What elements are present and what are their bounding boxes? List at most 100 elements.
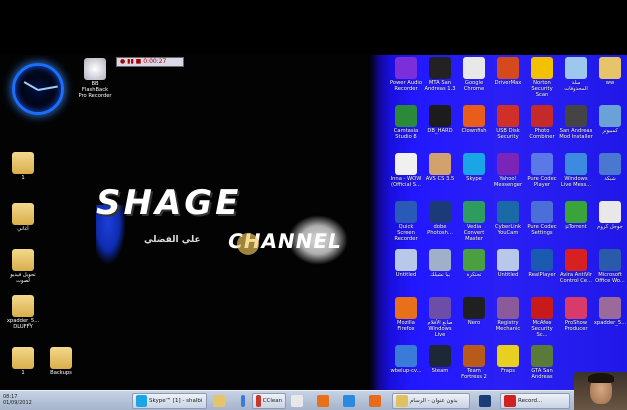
desktop-icon-label: صانع الأفلام Windows Live (427, 320, 453, 338)
desktop-icon[interactable]: DriverMax (491, 57, 525, 86)
desktop-icon-label: MTA San Andreas 1.3 (424, 80, 456, 92)
desktop-icon[interactable]: San Andreas Mod Installer (559, 105, 593, 140)
desktop-icon[interactable]: Avira AntiVir Control Ce... (559, 249, 593, 284)
desktop-icon[interactable]: Team Fortress 2 (457, 345, 491, 380)
desktop-icon[interactable]: شبكة (593, 153, 627, 182)
desktop-icon[interactable]: سلة المحذوفات (559, 57, 593, 92)
network-icon (599, 153, 621, 175)
desktop-icon[interactable]: Pure Codec Player (525, 153, 559, 188)
archive-icon (599, 297, 621, 319)
desktop-icon-label: ww (605, 80, 615, 86)
desktop-icon-label: USB Disk Security (496, 128, 520, 140)
video-file-icon (395, 153, 417, 175)
video-top-letterbox (0, 0, 627, 55)
desktop: ● ▮▮ ■ 0:00:27 BB FlashBack Pro Recorder… (0, 55, 627, 390)
desktop-icon[interactable]: MTA San Andreas 1.3 (423, 57, 457, 92)
desktop-icon[interactable]: USB Disk Security (491, 105, 525, 140)
desktop-icon-label: Vedia Convert Master (463, 224, 485, 242)
desktop-icon[interactable]: Power Audio Recorder (389, 57, 423, 92)
desktop-icon[interactable]: Quick Screen Recorder (389, 201, 423, 242)
taskbar-button[interactable] (314, 393, 336, 409)
desktop-icon-label: xpadder_5... DLUFFY (6, 318, 40, 330)
taskbar-clock[interactable]: 08:17 01/09/2012 (0, 392, 50, 410)
desktop-icon[interactable]: xpadder_5... (593, 297, 627, 326)
desktop-icon-label: Avira AntiVir Control Ce... (559, 272, 593, 284)
desktop-icon[interactable]: RealPlayer (525, 249, 559, 278)
desktop-icon[interactable]: McAfee Security Sc... (525, 297, 559, 338)
desktop-icon-label: Untitled (497, 272, 519, 278)
desktop-icon[interactable]: Inna - WOW (Official S... (389, 153, 423, 188)
desktop-icon[interactable]: DB_HARD (423, 105, 457, 134)
taskbar-button[interactable]: بدون عنوان - الرسام (392, 393, 470, 409)
word-icon (599, 249, 621, 271)
desktop-icon[interactable]: xpadder_5... DLUFFY (6, 295, 40, 330)
skype-icon (463, 153, 485, 175)
desktop-icon[interactable]: CyberLink YouCam (491, 201, 525, 236)
desktop-icon-label: جوجل كروم (597, 224, 623, 230)
desktop-icon[interactable]: Windows Live Mess... (559, 153, 593, 188)
desktop-icon[interactable]: Google Chrome (457, 57, 491, 92)
desktop-icon-label: 1 (21, 175, 25, 181)
desktop-icon[interactable]: Norton Security Scan (525, 57, 559, 98)
desktop-icon-label: dobe Photosh... (427, 224, 453, 236)
desktop-icon[interactable]: Fraps (491, 345, 525, 374)
desktop-icon[interactable]: بيا تشيلك (423, 249, 457, 278)
desktop-icon[interactable]: dobe Photosh... (423, 201, 457, 236)
desktop-icon-label: RealPlayer (528, 272, 556, 278)
steam-icon (429, 345, 451, 367)
desktop-icon[interactable]: جوجل كروم (593, 201, 627, 230)
taskbar-button[interactable] (476, 393, 496, 409)
camtasia-icon (395, 105, 417, 127)
desktop-icon[interactable]: تحتكرة (457, 249, 491, 278)
desktop-icon-label: Skype (466, 176, 482, 182)
desktop-icon[interactable]: Yahoo! Messenger (491, 153, 525, 188)
taskbar-button[interactable] (210, 393, 232, 409)
desktop-icon[interactable]: Clownfish (457, 105, 491, 134)
fraps-icon (497, 345, 519, 367)
desktop-icon[interactable]: ProShow Producer (559, 297, 593, 332)
media-player-icon (369, 395, 381, 407)
desktop-icon[interactable]: wbelup-cv... (389, 345, 423, 374)
desktop-icon[interactable]: Photo Combiner (525, 105, 559, 140)
desktop-icon[interactable]: Pure Codec Settings (525, 201, 559, 236)
taskbar-button[interactable] (340, 393, 362, 409)
desktop-icon[interactable]: كمبيوتر (593, 105, 627, 134)
desktop-icon[interactable]: Skype (457, 153, 491, 182)
folder-icon (12, 152, 34, 174)
desktop-icon-label: San Andreas Mod Installer (559, 128, 593, 140)
desktop-icon[interactable]: GTA San Andreas (525, 345, 559, 380)
desktop-icon[interactable]: Steam (423, 345, 457, 374)
desktop-icon[interactable]: 1 (6, 347, 40, 376)
recorder-toolbar[interactable]: ● ▮▮ ■ 0:00:27 (116, 57, 184, 67)
taskbar-button[interactable]: Skype™ [1] - shalbi... (132, 393, 207, 409)
desktop-icon[interactable]: AVS CS 3.5 (423, 153, 457, 182)
desktop-icon[interactable]: صانع الأفلام Windows Live (423, 297, 457, 338)
desktop-icon[interactable]: µTorrent (559, 201, 593, 230)
desktop-icon-label: DriverMax (494, 80, 522, 86)
taskbar-button[interactable] (288, 393, 310, 409)
desktop-icon-label: Fraps (501, 368, 515, 374)
desktop-icon[interactable]: أغاني (6, 203, 40, 232)
taskbar-button[interactable] (366, 393, 388, 409)
youcam-icon (497, 201, 519, 223)
desktop-icon-label: CyberLink YouCam (495, 224, 521, 236)
clock-gadget[interactable] (12, 63, 64, 115)
desktop-icon-label: Windows Live Mess... (560, 176, 592, 188)
taskbar-button[interactable]: Record... (500, 393, 570, 409)
desktop-icon[interactable]: Registry Mechanic (491, 297, 525, 332)
desktop-icon-label: Pure Codec Settings (527, 224, 557, 236)
desktop-icon[interactable]: Vedia Convert Master (457, 201, 491, 242)
desktop-icon[interactable]: Nero (457, 297, 491, 326)
desktop-icon[interactable]: Microsoft Office Wo... (593, 249, 627, 284)
desktop-icon[interactable]: ww (593, 57, 627, 86)
desktop-icon[interactable]: تحويل فيديو لصوت (6, 249, 40, 284)
desktop-icon[interactable]: BB FlashBack Pro Recorder (78, 58, 112, 99)
desktop-icon[interactable]: Backups (44, 347, 78, 376)
taskbar-button[interactable]: CCleaner - CNET... (252, 393, 286, 409)
desktop-icon[interactable]: Mozilla Firefox (389, 297, 423, 332)
taskbar-button[interactable] (238, 393, 250, 409)
desktop-icon[interactable]: Untitled (491, 249, 525, 278)
desktop-icon[interactable]: Untitled (389, 249, 423, 278)
desktop-icon[interactable]: 1 (6, 152, 40, 181)
desktop-icon[interactable]: Camtasia Studio 8 (389, 105, 423, 140)
